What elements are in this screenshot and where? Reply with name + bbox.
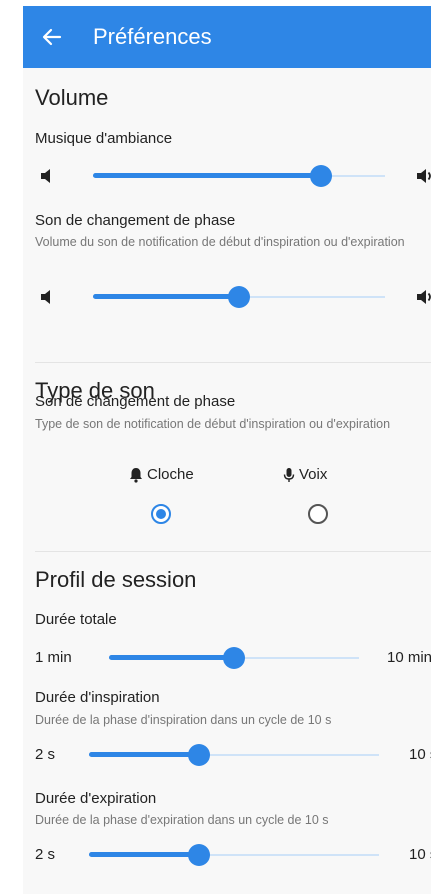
option-bell-label: Cloche xyxy=(147,466,194,483)
slider-fill xyxy=(89,852,199,857)
slider-max-label: 10 s xyxy=(409,846,431,863)
slider-thumb[interactable] xyxy=(223,647,245,669)
slider-fill xyxy=(93,294,239,299)
inhale-duration-label: Durée d'inspiration xyxy=(35,689,160,706)
app-bar: Préférences xyxy=(23,6,431,68)
slider-min-label: 2 s xyxy=(35,846,56,863)
volume-up-icon xyxy=(415,166,431,186)
section-divider xyxy=(35,362,431,363)
total-duration-label: Durée totale xyxy=(35,611,117,628)
slider-thumb[interactable] xyxy=(310,165,332,187)
ambient-music-label: Musique d'ambiance xyxy=(35,130,173,147)
bell-icon xyxy=(130,468,142,483)
ambient-volume-slider[interactable] xyxy=(23,164,431,188)
slider-fill xyxy=(89,752,199,757)
slider-min-label: 1 min xyxy=(35,649,72,666)
section-title-volume: Volume xyxy=(35,85,109,110)
page-title: Préférences xyxy=(93,24,212,49)
microphone-icon xyxy=(283,468,295,482)
inhale-duration-description: Durée de la phase d'inspiration dans un … xyxy=(35,713,332,727)
option-voice[interactable]: Voix xyxy=(283,465,327,485)
section-divider xyxy=(35,551,431,552)
slider-fill xyxy=(109,655,234,660)
arrow-left-icon[interactable] xyxy=(37,22,67,52)
option-voice-label: Voix xyxy=(299,466,328,483)
slider-fill xyxy=(93,173,321,178)
slider-thumb[interactable] xyxy=(228,286,250,308)
radio-voice[interactable] xyxy=(308,504,328,524)
section-title-session-profile: Profil de session xyxy=(35,567,197,592)
slider-thumb[interactable] xyxy=(188,844,210,866)
exhale-duration-slider[interactable]: 2 s 10 s xyxy=(23,843,431,867)
sound-type-description: Type de son de notification de début d'i… xyxy=(35,417,391,431)
preferences-screen: Préférences Volume Musique d'ambiance So… xyxy=(23,6,431,894)
volume-mute-icon xyxy=(39,166,59,186)
slider-thumb[interactable] xyxy=(188,744,210,766)
inhale-duration-slider[interactable]: 2 s 10 s xyxy=(23,743,431,767)
sound-type-label: Son de changement de phase xyxy=(35,393,236,410)
slider-max-label: 10 min xyxy=(387,649,431,666)
exhale-duration-description: Durée de la phase d'expiration dans un c… xyxy=(35,813,329,827)
phase-volume-slider[interactable] xyxy=(23,285,431,309)
phase-sound-label: Son de changement de phase xyxy=(35,212,236,229)
option-bell[interactable]: Cloche xyxy=(129,465,194,485)
volume-mute-icon xyxy=(39,287,59,307)
total-duration-slider[interactable]: 1 min 10 min xyxy=(23,646,431,670)
phase-sound-description: Volume du son de notification de début d… xyxy=(35,235,405,249)
volume-up-icon xyxy=(415,287,431,307)
slider-min-label: 2 s xyxy=(35,746,56,763)
exhale-duration-label: Durée d'expiration xyxy=(35,790,157,807)
slider-max-label: 10 s xyxy=(409,746,431,763)
radio-bell[interactable] xyxy=(151,504,171,524)
